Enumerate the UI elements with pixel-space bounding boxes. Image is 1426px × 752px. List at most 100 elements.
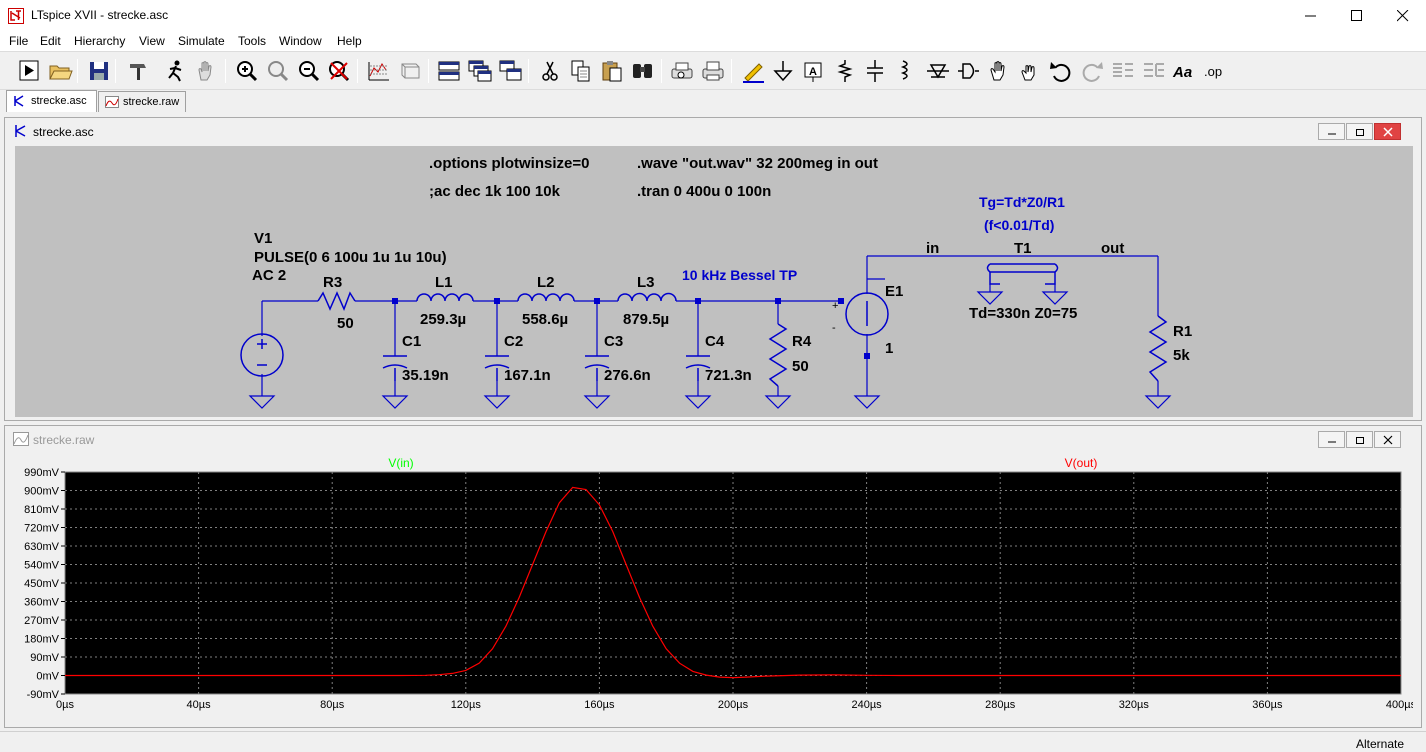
- c4-value[interactable]: 721.3n: [705, 367, 752, 384]
- r4-symbol[interactable]: [768, 323, 788, 387]
- tg-condition-comment[interactable]: (f<0.01/Td): [984, 217, 1054, 233]
- autorange-icon[interactable]: [366, 58, 392, 84]
- t1-value[interactable]: Td=330n Z0=75: [969, 305, 1077, 322]
- maximize-button[interactable]: [1334, 0, 1380, 31]
- zoom-full-icon[interactable]: [265, 58, 291, 84]
- v1-name[interactable]: V1: [254, 230, 272, 247]
- resistor-icon[interactable]: [832, 58, 858, 84]
- r1-symbol[interactable]: [1148, 315, 1168, 382]
- find-icon[interactable]: [630, 58, 656, 84]
- spice-directive-icon[interactable]: .op: [1203, 58, 1229, 84]
- r3-name[interactable]: R3: [323, 274, 342, 291]
- waveform-restore-button[interactable]: [1346, 431, 1373, 448]
- net-label-out[interactable]: out: [1101, 240, 1124, 257]
- r3-value[interactable]: 50: [337, 315, 354, 332]
- l1-symbol[interactable]: [416, 293, 474, 302]
- schematic-close-button[interactable]: [1374, 123, 1401, 140]
- l3-name[interactable]: L3: [637, 274, 655, 291]
- trace-label-v-in[interactable]: V(in): [388, 456, 413, 470]
- zoom-cancel-icon[interactable]: [326, 58, 352, 84]
- wave-directive[interactable]: .wave "out.wav" 32 200meg in out: [637, 155, 878, 172]
- menu-tools[interactable]: Tools: [238, 34, 266, 48]
- run-icon[interactable]: [16, 58, 42, 84]
- minimize-button[interactable]: [1288, 0, 1334, 31]
- filter-comment[interactable]: 10 kHz Bessel TP: [682, 267, 797, 283]
- wire-icon[interactable]: [740, 58, 766, 84]
- waveform-close-button[interactable]: [1374, 431, 1401, 448]
- t1-symbol[interactable]: [986, 263, 1059, 273]
- c3-name[interactable]: C3: [604, 333, 623, 350]
- cut-icon[interactable]: [537, 58, 563, 84]
- menu-edit[interactable]: Edit: [40, 34, 61, 48]
- schematic-minimize-button[interactable]: [1318, 123, 1345, 140]
- tile-vertical-icon[interactable]: [498, 58, 524, 84]
- redo-icon[interactable]: [1079, 58, 1105, 84]
- r4-value[interactable]: 50: [792, 358, 809, 375]
- v1-value[interactable]: PULSE(0 6 100u 1u 1u 10u): [254, 249, 447, 266]
- paste-icon[interactable]: [599, 58, 625, 84]
- e1-name[interactable]: E1: [885, 283, 903, 300]
- zoom-out-icon[interactable]: [296, 58, 322, 84]
- l2-name[interactable]: L2: [537, 274, 555, 291]
- v1-ac[interactable]: AC 2: [252, 267, 286, 284]
- menu-help[interactable]: Help: [337, 34, 362, 48]
- tab-waveform[interactable]: strecke.raw: [98, 91, 186, 112]
- halt-icon[interactable]: [162, 58, 188, 84]
- text-icon[interactable]: Aa: [1172, 58, 1198, 84]
- menu-simulate[interactable]: Simulate: [178, 34, 225, 48]
- menu-hierarchy[interactable]: Hierarchy: [74, 34, 125, 48]
- inductor-icon[interactable]: [893, 58, 919, 84]
- c3-value[interactable]: 276.6n: [604, 367, 651, 384]
- close-button[interactable]: [1380, 0, 1426, 31]
- pan-icon[interactable]: [193, 58, 219, 84]
- move-icon[interactable]: [986, 58, 1012, 84]
- l2-value[interactable]: 558.6µ: [522, 311, 568, 328]
- l2-symbol[interactable]: [517, 293, 575, 302]
- view-waveform-icon[interactable]: [397, 58, 423, 84]
- ac-directive[interactable]: ;ac dec 1k 100 10k: [429, 183, 561, 200]
- drag-icon[interactable]: [1017, 58, 1043, 84]
- undo-icon[interactable]: [1048, 58, 1074, 84]
- t1-name[interactable]: T1: [1014, 240, 1032, 257]
- menu-view[interactable]: View: [139, 34, 165, 48]
- c2-value[interactable]: 167.1n: [504, 367, 551, 384]
- ground-icon[interactable]: [770, 58, 796, 84]
- r1-name[interactable]: R1: [1173, 323, 1192, 340]
- capacitor-icon[interactable]: [862, 58, 888, 84]
- print-icon[interactable]: [700, 58, 726, 84]
- diode-icon[interactable]: [925, 58, 951, 84]
- open-icon[interactable]: [47, 58, 73, 84]
- control-panel-icon[interactable]: [125, 58, 151, 84]
- l1-value[interactable]: 259.3µ: [420, 311, 466, 328]
- l1-name[interactable]: L1: [435, 274, 453, 291]
- rotate-icon[interactable]: [1110, 58, 1136, 84]
- waveform-minimize-button[interactable]: [1318, 431, 1345, 448]
- schematic-canvas[interactable]: .options plotwinsize=0 .wave "out.wav" 3…: [15, 146, 1413, 417]
- l3-symbol[interactable]: [617, 292, 677, 302]
- label-net-icon[interactable]: A: [800, 58, 826, 84]
- tran-directive[interactable]: .tran 0 400u 0 100n: [637, 183, 771, 200]
- print-preview-icon[interactable]: [669, 58, 695, 84]
- copy-icon[interactable]: [568, 58, 594, 84]
- options-directive[interactable]: .options plotwinsize=0: [429, 155, 589, 172]
- menu-file[interactable]: File: [9, 34, 28, 48]
- l3-value[interactable]: 879.5µ: [623, 311, 669, 328]
- c1-name[interactable]: C1: [402, 333, 421, 350]
- menu-window[interactable]: Window: [279, 34, 322, 48]
- tg-formula-comment[interactable]: Tg=Td*Z0/R1: [979, 194, 1065, 210]
- save-icon[interactable]: [86, 58, 112, 84]
- c2-name[interactable]: C2: [504, 333, 523, 350]
- trace-label-v-out[interactable]: V(out): [1065, 456, 1098, 470]
- c4-name[interactable]: C4: [705, 333, 725, 350]
- net-label-in[interactable]: in: [926, 240, 939, 257]
- waveform-canvas[interactable]: 0µs 40µs 80µs 120µs 160µs 200µs 240µs 280µs 320µ…: [15, 454, 1413, 721]
- r3-symbol[interactable]: [317, 291, 356, 311]
- zoom-in-icon[interactable]: [234, 58, 260, 84]
- tile-horizontal-icon[interactable]: [436, 58, 462, 84]
- mirror-icon[interactable]: [1141, 58, 1167, 84]
- e1-value[interactable]: 1: [885, 340, 893, 357]
- r1-value[interactable]: 5k: [1173, 347, 1190, 364]
- r4-name[interactable]: R4: [792, 333, 812, 350]
- component-icon[interactable]: [955, 58, 981, 84]
- tab-schematic[interactable]: strecke.asc: [6, 90, 97, 112]
